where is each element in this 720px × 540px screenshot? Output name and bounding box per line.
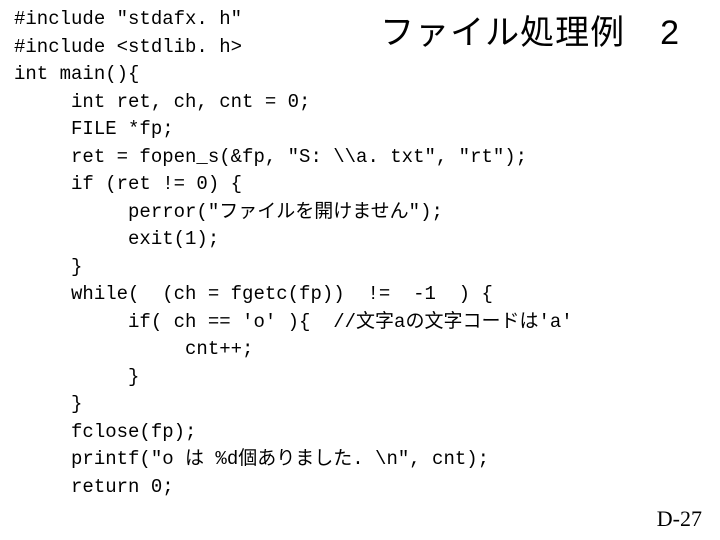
code-line: FILE *fp; [14, 118, 174, 140]
code-line: perror("ファイルを開けません"); [14, 201, 443, 223]
code-line: if( ch == 'o' ){ //文字aの文字コードは'a' [14, 311, 573, 333]
code-line: #include <stdlib. h> [14, 36, 242, 58]
code-line: int ret, ch, cnt = 0; [14, 91, 310, 113]
code-line: exit(1); [14, 228, 219, 250]
code-line: } [14, 393, 82, 415]
code-line: if (ret != 0) { [14, 173, 242, 195]
code-line: cnt++; [14, 338, 253, 360]
page-number: D-27 [657, 506, 702, 532]
code-line: } [14, 366, 139, 388]
code-line: #include "stdafx. h" [14, 8, 242, 30]
slide: ファイル処理例 2 #include "stdafx. h" #include … [0, 0, 720, 540]
code-line: printf("o は %d個ありました. \n", cnt); [14, 448, 489, 470]
code-line: fclose(fp); [14, 421, 196, 443]
code-line: } [14, 256, 82, 278]
code-line: return 0; [14, 476, 174, 498]
code-line: while( (ch = fgetc(fp)) != -1 ) { [14, 283, 493, 305]
code-block: #include "stdafx. h" #include <stdlib. h… [14, 6, 573, 501]
code-line: ret = fopen_s(&fp, "S: \\a. txt", "rt"); [14, 146, 527, 168]
code-line: int main(){ [14, 63, 139, 85]
